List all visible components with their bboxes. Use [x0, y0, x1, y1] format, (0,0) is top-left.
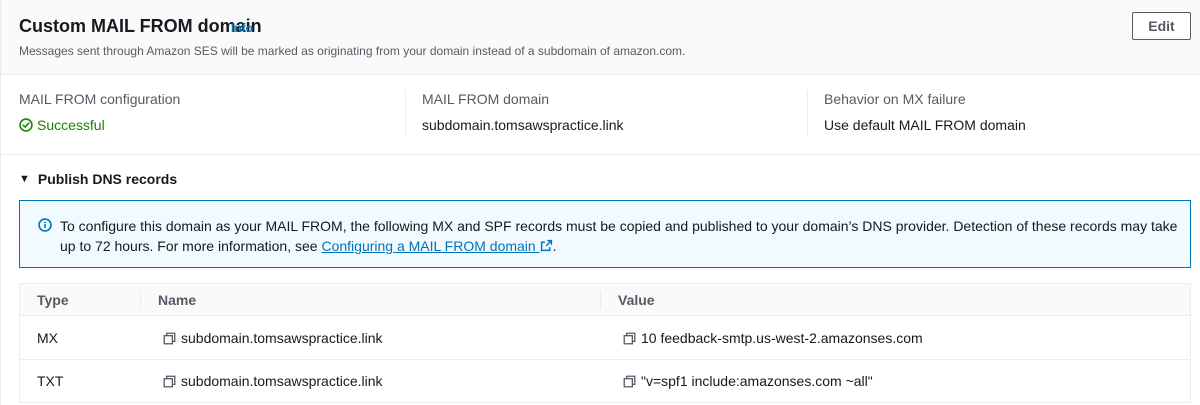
- alert-text-end: .: [552, 238, 557, 254]
- table-row: MX subdomain.tomsawspractice.link 10 fee…: [20, 317, 1190, 360]
- column-divider: [405, 90, 406, 136]
- column-header-type[interactable]: Type: [37, 292, 69, 308]
- detail-label: Behavior on MX failure: [824, 91, 966, 107]
- cell-name: subdomain.tomsawspractice.link: [163, 373, 383, 389]
- external-link-icon: [540, 239, 552, 252]
- edit-button[interactable]: Edit: [1132, 12, 1191, 40]
- info-alert: To configure this domain as your MAIL FR…: [19, 200, 1191, 268]
- dns-records-table: Type Name Value MX subdomain.tomsawsprac…: [19, 283, 1191, 403]
- alert-text: To configure this domain as your MAIL FR…: [60, 218, 1178, 254]
- column-header-name[interactable]: Name: [158, 292, 196, 308]
- column-resizer[interactable]: [600, 291, 601, 309]
- mail-from-panel: Custom MAIL FROM domain Info Messages se…: [0, 0, 1200, 405]
- column-divider: [807, 90, 808, 136]
- info-circle-icon: [38, 218, 52, 232]
- check-circle-icon: [19, 118, 33, 132]
- detail-value: subdomain.tomsawspractice.link: [422, 117, 624, 133]
- link-text: Configuring a MAIL FROM domain: [321, 238, 536, 254]
- panel-description: Messages sent through Amazon SES will be…: [19, 44, 686, 58]
- copy-icon[interactable]: [623, 332, 636, 345]
- copy-icon[interactable]: [163, 375, 176, 388]
- cell-type: TXT: [37, 373, 64, 389]
- detail-label: MAIL FROM configuration: [19, 91, 181, 107]
- detail-mail-from-configuration: MAIL FROM configuration Successful: [19, 91, 180, 133]
- expander-label: Publish DNS records: [37, 171, 178, 187]
- panel-title: Custom MAIL FROM domain: [19, 16, 262, 36]
- section-divider: [1, 154, 1200, 155]
- table-header: Type Name Value: [20, 284, 1190, 316]
- cell-value: "v=spf1 include:amazonses.com ~all": [623, 373, 873, 389]
- cell-value: 10 feedback-smtp.us-west-2.amazonses.com: [623, 330, 923, 346]
- column-resizer[interactable]: [140, 291, 141, 309]
- detail-mail-from-domain: MAIL FROM domain subdomain.tomsawspracti…: [422, 91, 624, 133]
- table-row: TXT subdomain.tomsawspractice.link "v=sp…: [20, 360, 1190, 403]
- record-value: "v=spf1 include:amazonses.com ~all": [641, 373, 873, 389]
- info-link[interactable]: Info: [231, 21, 253, 35]
- detail-label: MAIL FROM domain: [422, 91, 550, 107]
- record-name: subdomain.tomsawspractice.link: [181, 330, 383, 346]
- panel-header: Custom MAIL FROM domain Info Messages se…: [1, 0, 1200, 75]
- alert-message: To configure this domain as your MAIL FR…: [60, 216, 1180, 256]
- detail-mx-failure-behavior: Behavior on MX failure Use default MAIL …: [824, 91, 1026, 133]
- record-name: subdomain.tomsawspractice.link: [181, 373, 383, 389]
- cell-type: MX: [37, 330, 58, 346]
- caret-down-icon: ▼: [19, 173, 30, 185]
- detail-value: Use default MAIL FROM domain: [824, 117, 1026, 133]
- copy-icon[interactable]: [623, 375, 636, 388]
- column-header-value[interactable]: Value: [618, 292, 655, 308]
- cell-name: subdomain.tomsawspractice.link: [163, 330, 383, 346]
- status-text: Successful: [37, 117, 105, 133]
- status-indicator: Successful: [19, 117, 180, 133]
- publish-dns-records-toggle[interactable]: ▼ Publish DNS records: [19, 171, 177, 187]
- record-value: 10 feedback-smtp.us-west-2.amazonses.com: [641, 330, 923, 346]
- configuring-mail-from-link[interactable]: Configuring a MAIL FROM domain: [321, 238, 552, 254]
- copy-icon[interactable]: [163, 332, 176, 345]
